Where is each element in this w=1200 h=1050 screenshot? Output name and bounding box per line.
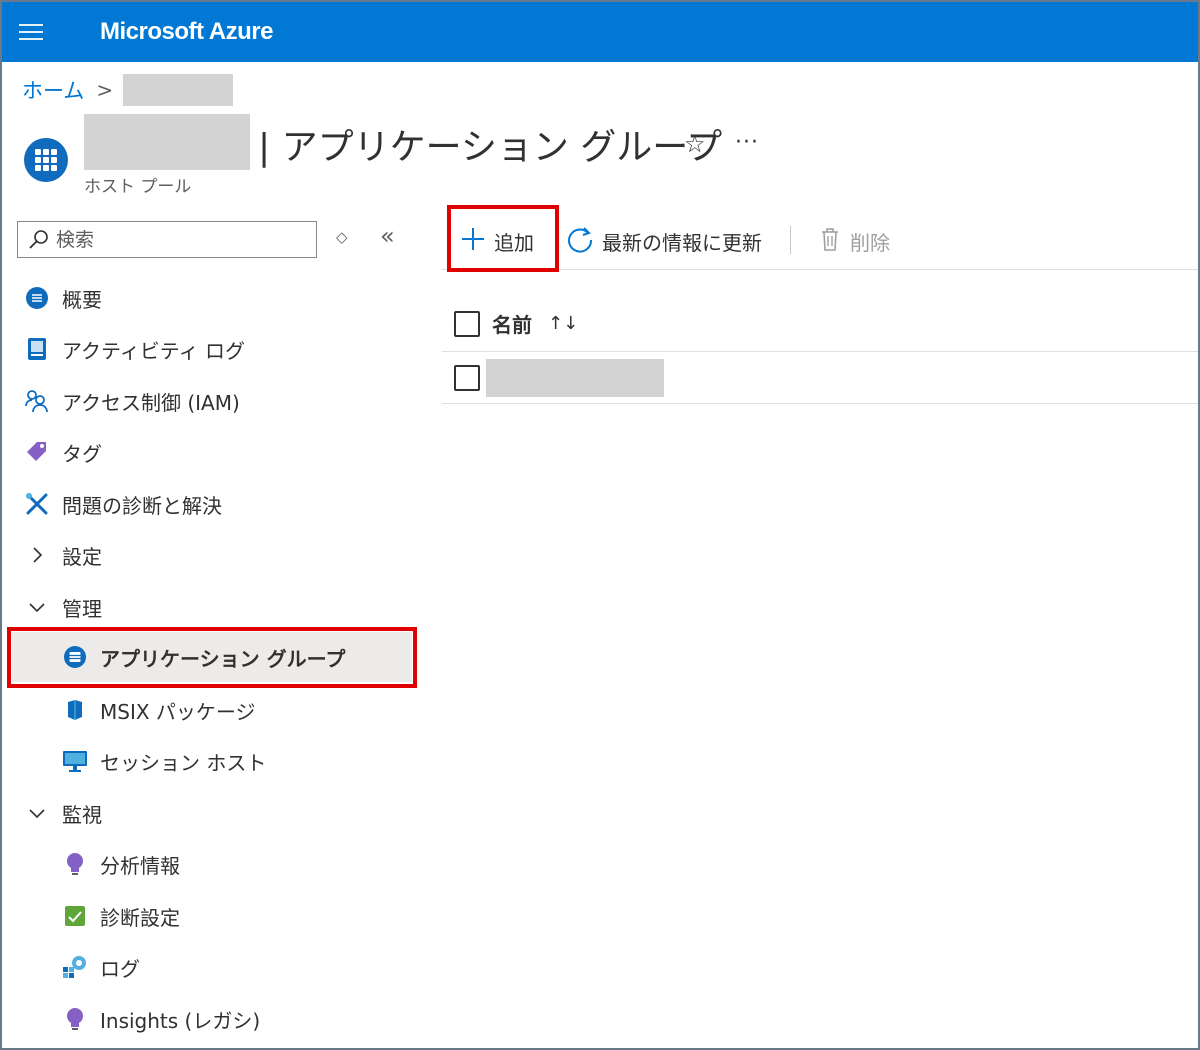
sidebar-item-label: 診断設定 [100,905,180,930]
sidebar-item-diagnostic-settings[interactable]: 診断設定 [0,891,410,941]
sidebar-item-iam[interactable]: アクセス制御 (IAM) [0,376,410,426]
portal-header: Microsoft Azure [2,2,1198,62]
refresh-button-label: 最新の情報に更新 [602,230,762,255]
sidebar-item-label: アクティビティ ログ [62,338,245,363]
search-options-icon[interactable]: ◇ [336,228,348,246]
more-options-icon[interactable]: ··· [735,130,759,155]
add-button-label: 追加 [494,230,534,255]
column-header-name[interactable]: 名前 [492,309,532,338]
sidebar-item-insights-legacy[interactable]: Insights (レガシ) [0,994,410,1044]
sidebar-item-msix-packages[interactable]: MSIX パッケージ [0,685,410,735]
sidebar-item-application-groups[interactable]: アプリケーション グループ [12,632,412,682]
sidebar-item-activity-log[interactable]: アクティビティ ログ [0,324,410,374]
search-icon [28,229,50,251]
trash-icon [818,226,842,256]
table-row[interactable] [442,352,1198,404]
sidebar-group-label: 監視 [62,802,102,827]
breadcrumb-redacted-resource[interactable] [123,74,234,106]
hamburger-menu-icon[interactable] [2,2,60,62]
sidebar-group-management[interactable]: 管理 [0,582,410,632]
logs-icon [62,954,88,980]
select-all-checkbox[interactable] [454,310,480,337]
sort-icon[interactable]: ↑↓ [548,313,578,334]
sidebar-item-insights[interactable]: 分析情報 [0,839,410,889]
tag-icon [24,439,50,465]
activity-log-icon [24,336,50,362]
sidebar-item-label: タグ [62,441,102,466]
monitor-icon [62,748,88,774]
sidebar-search-box[interactable] [17,221,317,258]
sidebar-group-label: 設定 [62,544,102,569]
delete-button[interactable]: 削除 [818,214,890,268]
chevron-right-icon [24,542,50,568]
sidebar-group-label: 管理 [62,596,102,621]
sidebar-item-logs[interactable]: ログ [0,942,410,992]
redacted-resource-name [84,114,250,170]
breadcrumb-separator: > [96,78,114,102]
page-title: | アプリケーション グループ [258,127,723,168]
breadcrumb-home-link[interactable]: ホーム [22,75,84,105]
resource-type-subtitle: ホスト プール [84,177,192,197]
overview-icon [24,285,50,311]
host-pool-icon [24,138,68,182]
refresh-icon [566,225,594,257]
sidebar-item-overview[interactable]: 概要 [0,273,410,323]
chevron-down-icon [24,800,50,826]
row-checkbox[interactable] [454,364,480,391]
table-header: 名前 ↑↓ [442,296,1198,352]
brand-title[interactable]: Microsoft Azure [100,18,273,46]
favorite-star-icon[interactable]: ☆ [684,130,706,158]
people-icon [24,388,50,414]
sidebar-group-settings[interactable]: 設定 [0,530,410,580]
application-group-icon [62,644,88,670]
breadcrumb: ホーム > [22,74,234,106]
add-button[interactable]: 追加 [460,214,534,268]
diagnostic-settings-icon [62,903,88,929]
sidebar-item-session-hosts[interactable]: セッション ホスト [0,736,410,786]
sidebar-item-diagnose[interactable]: 問題の診断と解決 [0,479,410,529]
sidebar-item-label: ログ [100,956,140,981]
sidebar-item-label: 問題の診断と解決 [62,493,222,518]
sidebar-item-label: 概要 [62,287,102,312]
sidebar-item-tags[interactable]: タグ [0,427,410,477]
redacted-row-name[interactable] [486,358,664,397]
sidebar-item-label: アクセス制御 (IAM) [62,390,240,415]
chevron-down-icon [24,594,50,620]
plus-icon [460,226,486,256]
collapse-sidebar-icon[interactable]: « [380,222,395,250]
sidebar-item-label: MSIX パッケージ [100,699,256,724]
refresh-button[interactable]: 最新の情報に更新 [566,214,762,268]
lightbulb-icon [62,851,88,877]
lightbulb-icon [62,1006,88,1032]
search-input[interactable] [56,228,296,251]
sidebar-item-label: セッション ホスト [100,750,267,775]
command-bar: 追加 最新の情報に更新 削除 [442,214,1198,270]
wrench-tools-icon [24,491,50,517]
sidebar-item-label: アプリケーション グループ [100,646,346,671]
sidebar-item-label: Insights (レガシ) [100,1008,261,1033]
sidebar-item-label: 分析情報 [100,853,180,878]
delete-button-label: 削除 [850,230,890,255]
package-icon [62,697,88,723]
sidebar-group-monitoring[interactable]: 監視 [0,788,410,838]
toolbar-divider [790,226,791,254]
